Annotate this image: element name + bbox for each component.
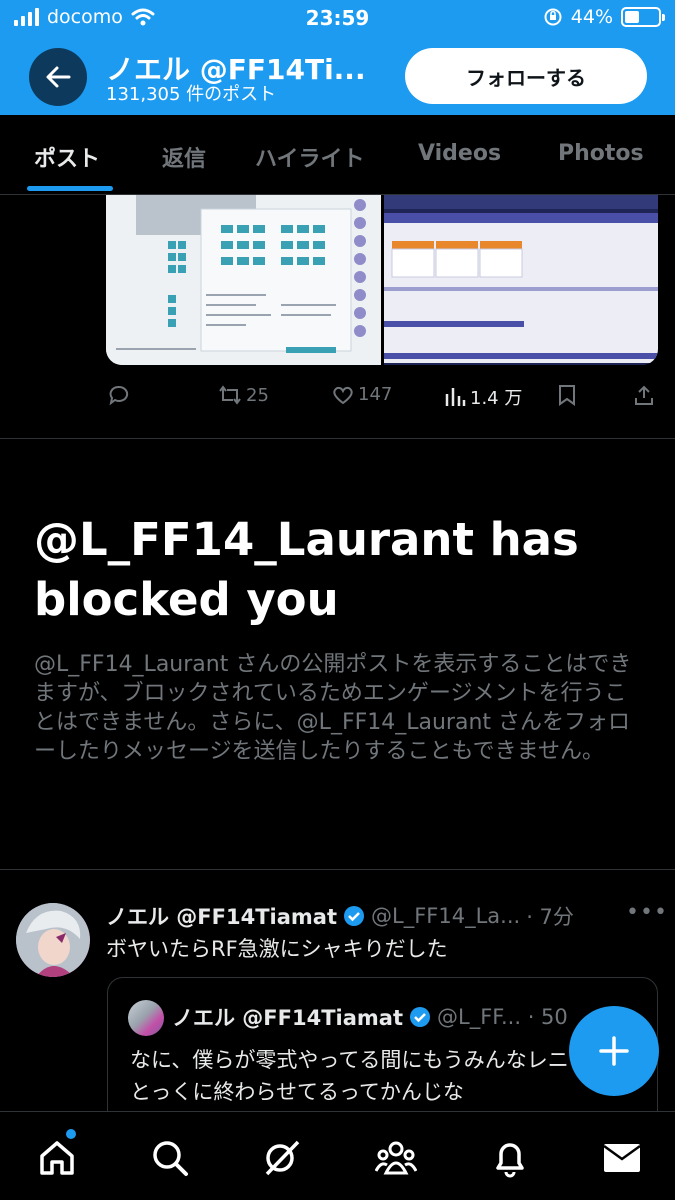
retweet-button[interactable]: 25 [218,384,269,406]
webpage-screenshot-image [384,195,658,365]
views-button[interactable]: 1.4 万 [444,384,522,410]
nav-grok[interactable] [260,1136,304,1180]
post-count: 131,305 件のポスト [106,84,277,105]
profile-tabs: ポスト 返信 ハイライト Videos Photos [0,115,675,195]
people-icon [375,1141,417,1175]
divider [0,869,675,870]
home-icon [40,1141,74,1175]
nav-messages[interactable] [600,1136,644,1180]
back-button[interactable] [29,48,87,106]
nav-communities[interactable] [374,1136,418,1180]
follow-button[interactable]: フォローする [405,48,647,104]
post-actions: 25 147 1.4 万 [0,384,675,410]
verified-badge-icon [410,1007,431,1027]
ui-screenshot-image [106,195,381,365]
status-right: 44% [543,6,665,28]
share-icon [635,385,653,405]
more-options-icon[interactable]: ••• [626,900,668,925]
view-count: 1.4 万 [470,388,523,409]
arrow-left-icon [46,66,71,88]
compose-button[interactable] [569,1006,659,1096]
tweet-text: ボヤいたらRF急激にシャキりだした [106,937,448,961]
envelope-icon [603,1144,641,1172]
quoted-header: ノエル @FF14Tiamat @L_FF... · 50 [172,1002,568,1032]
tab-replies[interactable]: 返信 [162,141,206,173]
tab-posts[interactable]: ポスト [34,141,100,173]
analytics-icon [445,388,466,406]
nav-search[interactable] [148,1136,192,1180]
avatar-image [16,903,90,977]
blocked-title: @L_FF14_Laurant has blocked you [34,513,579,626]
tab-videos[interactable]: Videos [418,141,501,166]
avatar[interactable] [16,903,90,977]
heart-icon [333,386,353,404]
grok-icon [265,1140,300,1176]
reply-button[interactable] [108,384,130,406]
like-button[interactable]: 147 [332,384,392,405]
tweet-header: ノエル @FF14Tiamat @L_FF14_La... · 7分 [106,901,636,931]
tweet-time: · 7分 [526,905,574,929]
post-image[interactable] [106,195,381,365]
verified-badge-icon [344,906,365,926]
battery-icon [621,7,665,27]
battery-percent: 44% [570,6,613,28]
blocked-description: @L_FF14_Laurant さんの公開ポストを表示することはできますが、ブロ… [34,652,632,764]
share-button[interactable] [634,384,654,406]
quoted-author-name: ノエル @FF14Tiamat [172,1006,404,1030]
nav-notifications[interactable] [488,1136,532,1180]
reply-icon [109,385,129,406]
bookmark-icon [559,385,575,406]
tweet-author-name[interactable]: ノエル @FF14Tiamat [106,901,337,931]
post-image-2[interactable] [384,195,658,365]
retweet-icon [219,385,241,405]
like-count: 147 [358,384,393,405]
nav-home[interactable] [35,1136,79,1180]
quoted-handle: @L_FF... · 50 [437,1005,568,1029]
tab-highlights[interactable]: ハイライト [255,141,365,173]
status-bar: docomo 23:59 44% [0,0,675,38]
notification-dot [66,1129,76,1139]
tab-photos[interactable]: Photos [558,141,644,166]
orientation-lock-icon [544,8,562,26]
tweet-handle: @L_FF14_La... [371,904,521,928]
quoted-avatar [128,1000,164,1036]
bookmark-button[interactable] [558,384,576,406]
plus-icon [599,1036,629,1066]
search-icon [153,1141,188,1176]
bell-icon [496,1143,524,1178]
retweet-count: 25 [246,384,269,406]
bottom-navigation [0,1111,675,1200]
divider [0,438,675,439]
active-tab-indicator [27,186,113,191]
